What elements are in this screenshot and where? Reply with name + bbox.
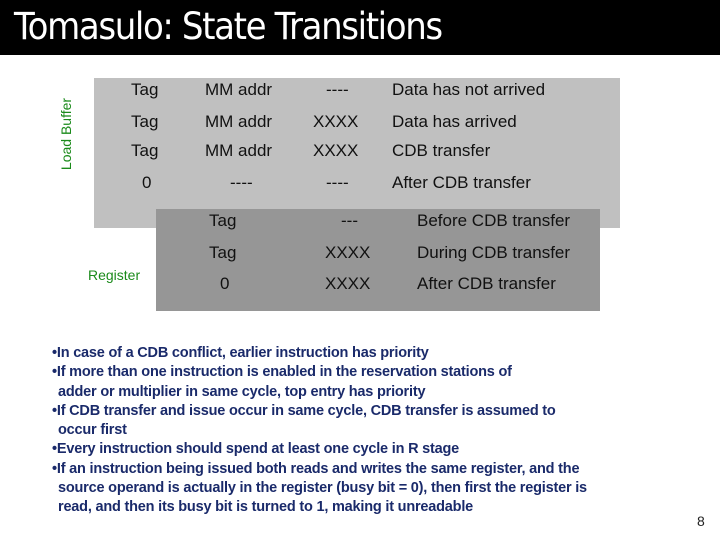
data-cell: ---- <box>326 173 349 192</box>
note-line: •If CDB transfer and issue occur in same… <box>52 402 556 419</box>
tag-cell: Tag <box>131 141 159 160</box>
data-cell: XXXX <box>313 141 359 160</box>
note-line: occur first <box>58 422 127 439</box>
tag-cell: Tag <box>209 243 237 262</box>
slide-title: Tomasulo: State Transitions <box>14 5 443 48</box>
state-cell: After CDB transfer <box>392 173 531 192</box>
tag-cell: 0 <box>142 173 152 192</box>
notes-list: •In case of a CDB conflict, earlier inst… <box>52 344 692 518</box>
note-line: adder or multiplier in same cycle, top e… <box>58 383 426 400</box>
state-cell: Before CDB transfer <box>417 211 571 230</box>
state-cell: During CDB transfer <box>417 243 571 262</box>
load-buffer-label: Load Buffer <box>58 97 74 171</box>
address-cell: MM addr <box>205 80 273 99</box>
address-cell: MM addr <box>205 112 273 131</box>
title-bar: Tomasulo: State Transitions <box>0 0 720 55</box>
state-cell: CDB transfer <box>392 141 491 160</box>
data-cell: XXXX <box>325 243 371 262</box>
tag-cell: Tag <box>131 112 159 131</box>
register-label: Register <box>88 267 141 283</box>
page-number: 8 <box>697 513 705 529</box>
note-line: •In case of a CDB conflict, earlier inst… <box>52 345 429 361</box>
data-cell: XXXX <box>325 274 371 293</box>
address-cell: ---- <box>230 173 253 192</box>
data-cell: XXXX <box>313 112 359 131</box>
note-line: •If more than one instruction is enabled… <box>52 364 512 381</box>
tag-cell: 0 <box>220 274 230 293</box>
note-line: •Every instruction should spend at least… <box>52 441 460 458</box>
state-cell: Data has arrived <box>392 112 517 131</box>
tag-cell: Tag <box>209 211 237 230</box>
state-cell: Data has not arrived <box>392 80 546 99</box>
address-cell: MM addr <box>205 141 273 160</box>
data-cell: ---- <box>326 80 349 99</box>
note-line: read, and then its busy bit is turned to… <box>58 499 474 516</box>
state-cell: After CDB transfer <box>417 274 556 293</box>
note-line: source operand is actually in the regist… <box>58 480 587 497</box>
note-line: •If an instruction being issued both rea… <box>52 460 580 477</box>
data-cell: --- <box>341 211 358 230</box>
tag-cell: Tag <box>131 80 159 99</box>
